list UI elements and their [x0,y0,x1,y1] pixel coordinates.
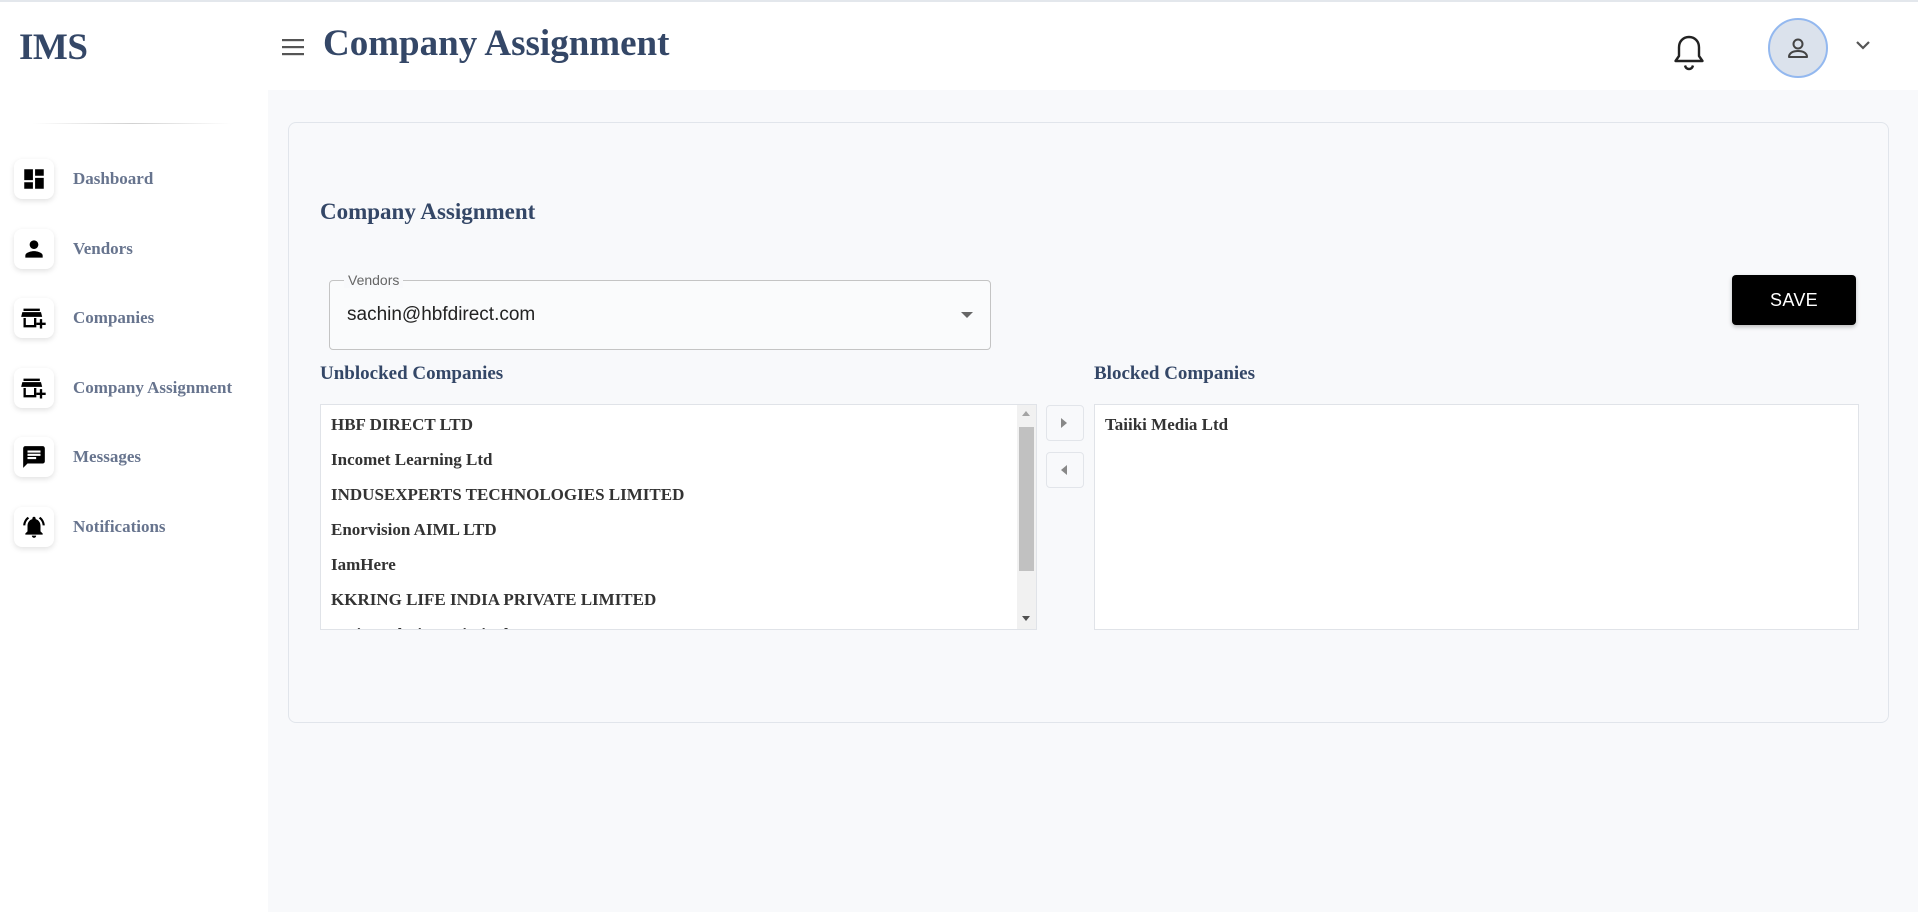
scroll-up-arrow-icon[interactable] [1022,411,1030,416]
sidebar-item-notifications[interactable]: Notifications [14,505,254,549]
sidebar-item-label: Messages [73,447,141,466]
sidebar-item-label: Dashboard [73,169,154,188]
person-outline-icon [1788,38,1808,58]
list-item[interactable]: KKRING LIFE INDIA PRIVATE LIMITED [321,582,1016,617]
list-scrollbar[interactable] [1017,405,1036,629]
caret-down-icon [961,312,973,318]
sidebar-item-label: Company Assignment [73,378,233,397]
move-to-blocked-button[interactable] [1046,405,1084,441]
sidebar-item-companies[interactable]: Companies [14,296,254,340]
unblocked-companies-list[interactable]: HBF DIRECT LTD Incomet Learning Ltd INDU… [320,404,1037,630]
card-title: Company Assignment [320,199,536,224]
top-header: Company Assignment [268,2,1918,90]
store-add-icon [14,368,54,408]
arrow-left-icon [1061,465,1067,475]
list-item[interactable]: Enorvision AIML LTD [321,512,1016,547]
arrow-right-icon [1061,418,1067,428]
vendors-select-label: Vendors [344,272,404,288]
list-item[interactable]: INDUSEXPERTS TECHNOLOGIES LIMITED [321,477,1016,512]
person-icon [14,229,54,269]
sidebar-item-company-assignment[interactable]: Company Assignment [14,366,254,410]
vendors-select[interactable]: Vendors sachin@hbfdirect.com [329,272,991,350]
brand-logo[interactable]: IMS [19,26,88,69]
list-item[interactable]: Incomet Learning Ltd [321,442,1016,477]
list-item[interactable]: HBF DIRECT LTD [321,407,1016,442]
assignment-card: Company Assignment Vendors sachin@hbfdir… [288,122,1889,723]
menu-icon[interactable] [280,36,306,58]
sidebar-item-label: Companies [73,308,155,327]
store-add-icon [14,298,54,338]
page-title: Company Assignment [323,23,670,64]
scrollbar-thumb[interactable] [1019,427,1034,571]
bell-icon[interactable] [1670,32,1708,72]
sidebar-item-label: Notifications [73,517,166,536]
chat-icon [14,437,54,477]
bell-active-icon [14,507,54,547]
dashboard-icon [14,159,54,199]
chevron-down-icon[interactable] [1853,38,1873,52]
list-item[interactable]: Qwise Solutions Limited [321,617,1016,629]
sidebar-item-vendors[interactable]: Vendors [14,227,254,271]
blocked-companies-title: Blocked Companies [1094,363,1255,384]
save-button[interactable]: SAVE [1732,275,1856,325]
list-item[interactable]: Taiiki Media Ltd [1095,407,1838,442]
unblocked-companies-title: Unblocked Companies [320,363,504,384]
sidebar-item-label: Vendors [73,239,133,258]
blocked-companies-list[interactable]: Taiiki Media Ltd [1094,404,1859,630]
vendors-select-value: sachin@hbfdirect.com [347,304,536,325]
sidebar: IMS Dashboard Vendors Companies Company … [0,2,268,912]
sidebar-divider [32,123,232,124]
avatar[interactable] [1768,18,1828,78]
list-item[interactable]: IamHere [321,547,1016,582]
sidebar-item-dashboard[interactable]: Dashboard [14,157,254,201]
scroll-down-arrow-icon[interactable] [1022,616,1030,621]
sidebar-item-messages[interactable]: Messages [14,435,254,479]
move-to-unblocked-button[interactable] [1046,452,1084,488]
